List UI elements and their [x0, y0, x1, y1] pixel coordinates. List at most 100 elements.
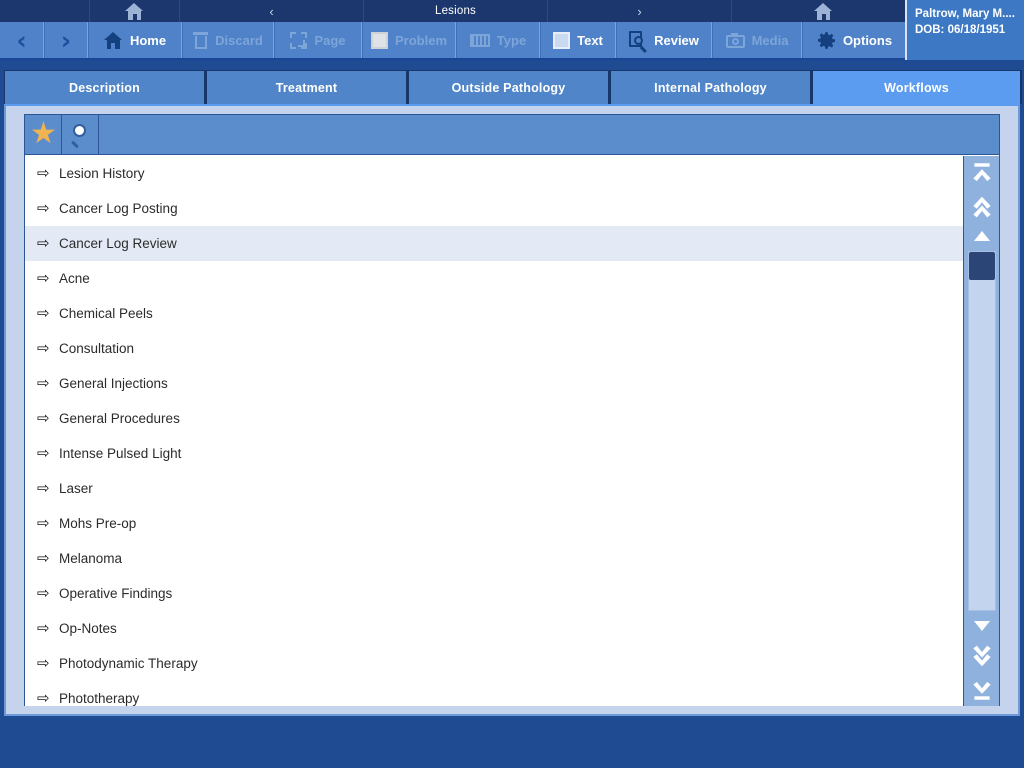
- go-arrow-icon: ⇨: [37, 234, 50, 252]
- patient-dob-value: 06/18/1951: [947, 24, 1006, 36]
- square-icon: [371, 31, 388, 49]
- breadcrumb-next-button[interactable]: ›: [548, 0, 732, 22]
- go-arrow-icon: ⇨: [37, 409, 50, 427]
- review-button-label: Review: [654, 32, 699, 48]
- scrollbar-track[interactable]: [967, 251, 996, 611]
- go-arrow-icon: ⇨: [37, 269, 50, 287]
- patient-name: Paltrow, Mary M....: [915, 8, 1015, 20]
- list-item[interactable]: ⇨ Mohs Pre-op: [25, 506, 965, 541]
- go-arrow-icon: ⇨: [37, 304, 50, 322]
- scroll-up-button[interactable]: [964, 222, 1000, 250]
- list-item[interactable]: ⇨ Op-Notes: [25, 611, 965, 646]
- tab-bar: Description Treatment Outside Pathology …: [4, 70, 1022, 104]
- main-toolbar: ‹ › Home Discard Page Problem Type Text: [0, 22, 1024, 60]
- tab-workflows[interactable]: Workflows: [812, 70, 1022, 104]
- list-item-label: Photodynamic Therapy: [59, 656, 198, 671]
- list-item-label: Mohs Pre-op: [59, 516, 137, 531]
- desktop-left-edge: [0, 60, 4, 716]
- vertical-scrollbar[interactable]: [963, 156, 999, 706]
- list-item-label: Chemical Peels: [59, 306, 153, 321]
- list-item[interactable]: ⇨ Operative Findings: [25, 576, 965, 611]
- trash-icon: [193, 31, 209, 49]
- breadcrumb-home-icon-cell-2[interactable]: [732, 0, 916, 22]
- scrollbar-thumb[interactable]: [968, 252, 995, 280]
- go-arrow-icon: ⇨: [37, 619, 50, 637]
- home-button[interactable]: Home: [88, 22, 182, 58]
- tab-description[interactable]: Description: [4, 70, 206, 104]
- list-item[interactable]: ⇨ Phototherapy: [25, 681, 965, 707]
- review-icon: [629, 31, 647, 53]
- type-button[interactable]: Type: [456, 22, 540, 58]
- list-item[interactable]: ⇨ Photodynamic Therapy: [25, 646, 965, 681]
- list-item-label: Intense Pulsed Light: [59, 446, 182, 461]
- tab-treatment[interactable]: Treatment: [206, 70, 408, 104]
- tab-internal-pathology[interactable]: Internal Pathology: [610, 70, 812, 104]
- list-item[interactable]: ⇨ Intense Pulsed Light: [25, 436, 965, 471]
- list-item[interactable]: ⇨ Acne: [25, 261, 965, 296]
- camera-icon: [725, 32, 745, 48]
- page-down-button[interactable]: [964, 640, 1000, 673]
- forward-button[interactable]: ›: [44, 22, 88, 58]
- options-button[interactable]: Options: [802, 22, 907, 58]
- breadcrumb-left-pad: [0, 0, 90, 22]
- media-button[interactable]: Media: [712, 22, 802, 58]
- list-item-label: Acne: [59, 271, 90, 286]
- go-arrow-icon: ⇨: [37, 479, 50, 497]
- breadcrumb: ‹ Lesions ›: [0, 0, 1024, 22]
- page-button-label: Page: [314, 32, 346, 48]
- tab-outside-pathology[interactable]: Outside Pathology: [408, 70, 610, 104]
- list-item-label: Op-Notes: [59, 621, 117, 636]
- keyboard-icon: [469, 33, 490, 47]
- search-button[interactable]: [62, 115, 99, 154]
- favorites-button[interactable]: ★: [25, 115, 62, 154]
- list-item-selected[interactable]: ⇨ Cancer Log Review: [25, 226, 965, 261]
- list-item-label: Consultation: [59, 341, 135, 356]
- type-button-label: Type: [496, 32, 527, 48]
- list-item-label: General Injections: [59, 376, 168, 391]
- home-icon: [125, 2, 144, 20]
- list-item[interactable]: ⇨ Lesion History: [25, 156, 965, 191]
- patient-banner[interactable]: Paltrow, Mary M.... DOB: 06/18/1951: [905, 0, 1024, 60]
- discard-button-label: Discard: [215, 32, 263, 48]
- list-item-label: Cancer Log Review: [59, 236, 177, 251]
- list-item[interactable]: ⇨ General Procedures: [25, 401, 965, 436]
- breadcrumb-prev-button[interactable]: ‹: [180, 0, 364, 22]
- chevron-right-icon: ›: [60, 25, 72, 55]
- list-item[interactable]: ⇨ Melanoma: [25, 541, 965, 576]
- go-arrow-icon: ⇨: [37, 374, 50, 392]
- page-up-button[interactable]: [964, 189, 1000, 222]
- media-button-label: Media: [751, 32, 789, 48]
- text-button[interactable]: Text: [540, 22, 616, 58]
- discard-button[interactable]: Discard: [182, 22, 274, 58]
- review-button[interactable]: Review: [616, 22, 712, 58]
- scroll-to-top-button[interactable]: [964, 156, 1000, 189]
- go-arrow-icon: ⇨: [37, 549, 50, 567]
- list-item-label: Operative Findings: [59, 586, 173, 601]
- go-arrow-icon: ⇨: [37, 654, 50, 672]
- list-item-label: Cancer Log Posting: [59, 201, 178, 216]
- scroll-down-button[interactable]: [964, 612, 1000, 640]
- scroll-to-bottom-button[interactable]: [964, 673, 1000, 706]
- list-item[interactable]: ⇨ Consultation: [25, 331, 965, 366]
- list-item[interactable]: ⇨ Cancer Log Posting: [25, 191, 965, 226]
- list-item-label: Laser: [59, 481, 93, 496]
- patient-dob-label: DOB:: [915, 24, 945, 36]
- star-icon: ★: [30, 116, 57, 151]
- text-button-label: Text: [577, 32, 603, 48]
- options-button-label: Options: [842, 32, 893, 48]
- problem-button[interactable]: Problem: [362, 22, 456, 58]
- back-button[interactable]: ‹: [0, 22, 44, 58]
- list-item-label: General Procedures: [59, 411, 180, 426]
- list-item[interactable]: ⇨ General Injections: [25, 366, 965, 401]
- magnifier-icon: [68, 123, 92, 148]
- list-item[interactable]: ⇨ Chemical Peels: [25, 296, 965, 331]
- breadcrumb-home-icon-cell[interactable]: [90, 0, 180, 22]
- gear-icon: [817, 31, 836, 50]
- workflow-list[interactable]: ⇨ Lesion History ⇨ Cancer Log Posting ⇨ …: [25, 156, 965, 706]
- go-arrow-icon: ⇨: [37, 514, 50, 532]
- chevron-left-icon: ‹: [16, 25, 27, 55]
- list-item[interactable]: ⇨ Laser: [25, 471, 965, 506]
- go-arrow-icon: ⇨: [37, 689, 50, 706]
- page-button[interactable]: Page: [274, 22, 362, 58]
- list-item-label: Phototherapy: [59, 691, 140, 706]
